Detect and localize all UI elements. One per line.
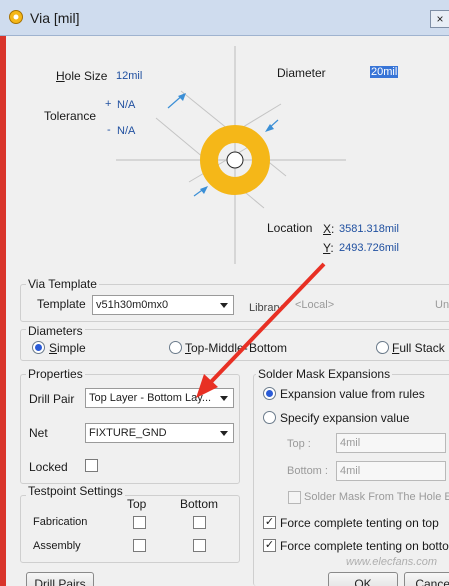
annotation-arrow [196,262,326,398]
close-button[interactable]: × [430,10,449,28]
app-icon [9,10,23,24]
watermark: www.elecfans.com [346,556,438,568]
dialog-body: Hole Size 12mil Tolerance + N/A - N/A Di… [6,36,449,586]
title-bar: Via [mil] × [0,0,449,36]
window-title: Via [mil] [30,10,80,26]
